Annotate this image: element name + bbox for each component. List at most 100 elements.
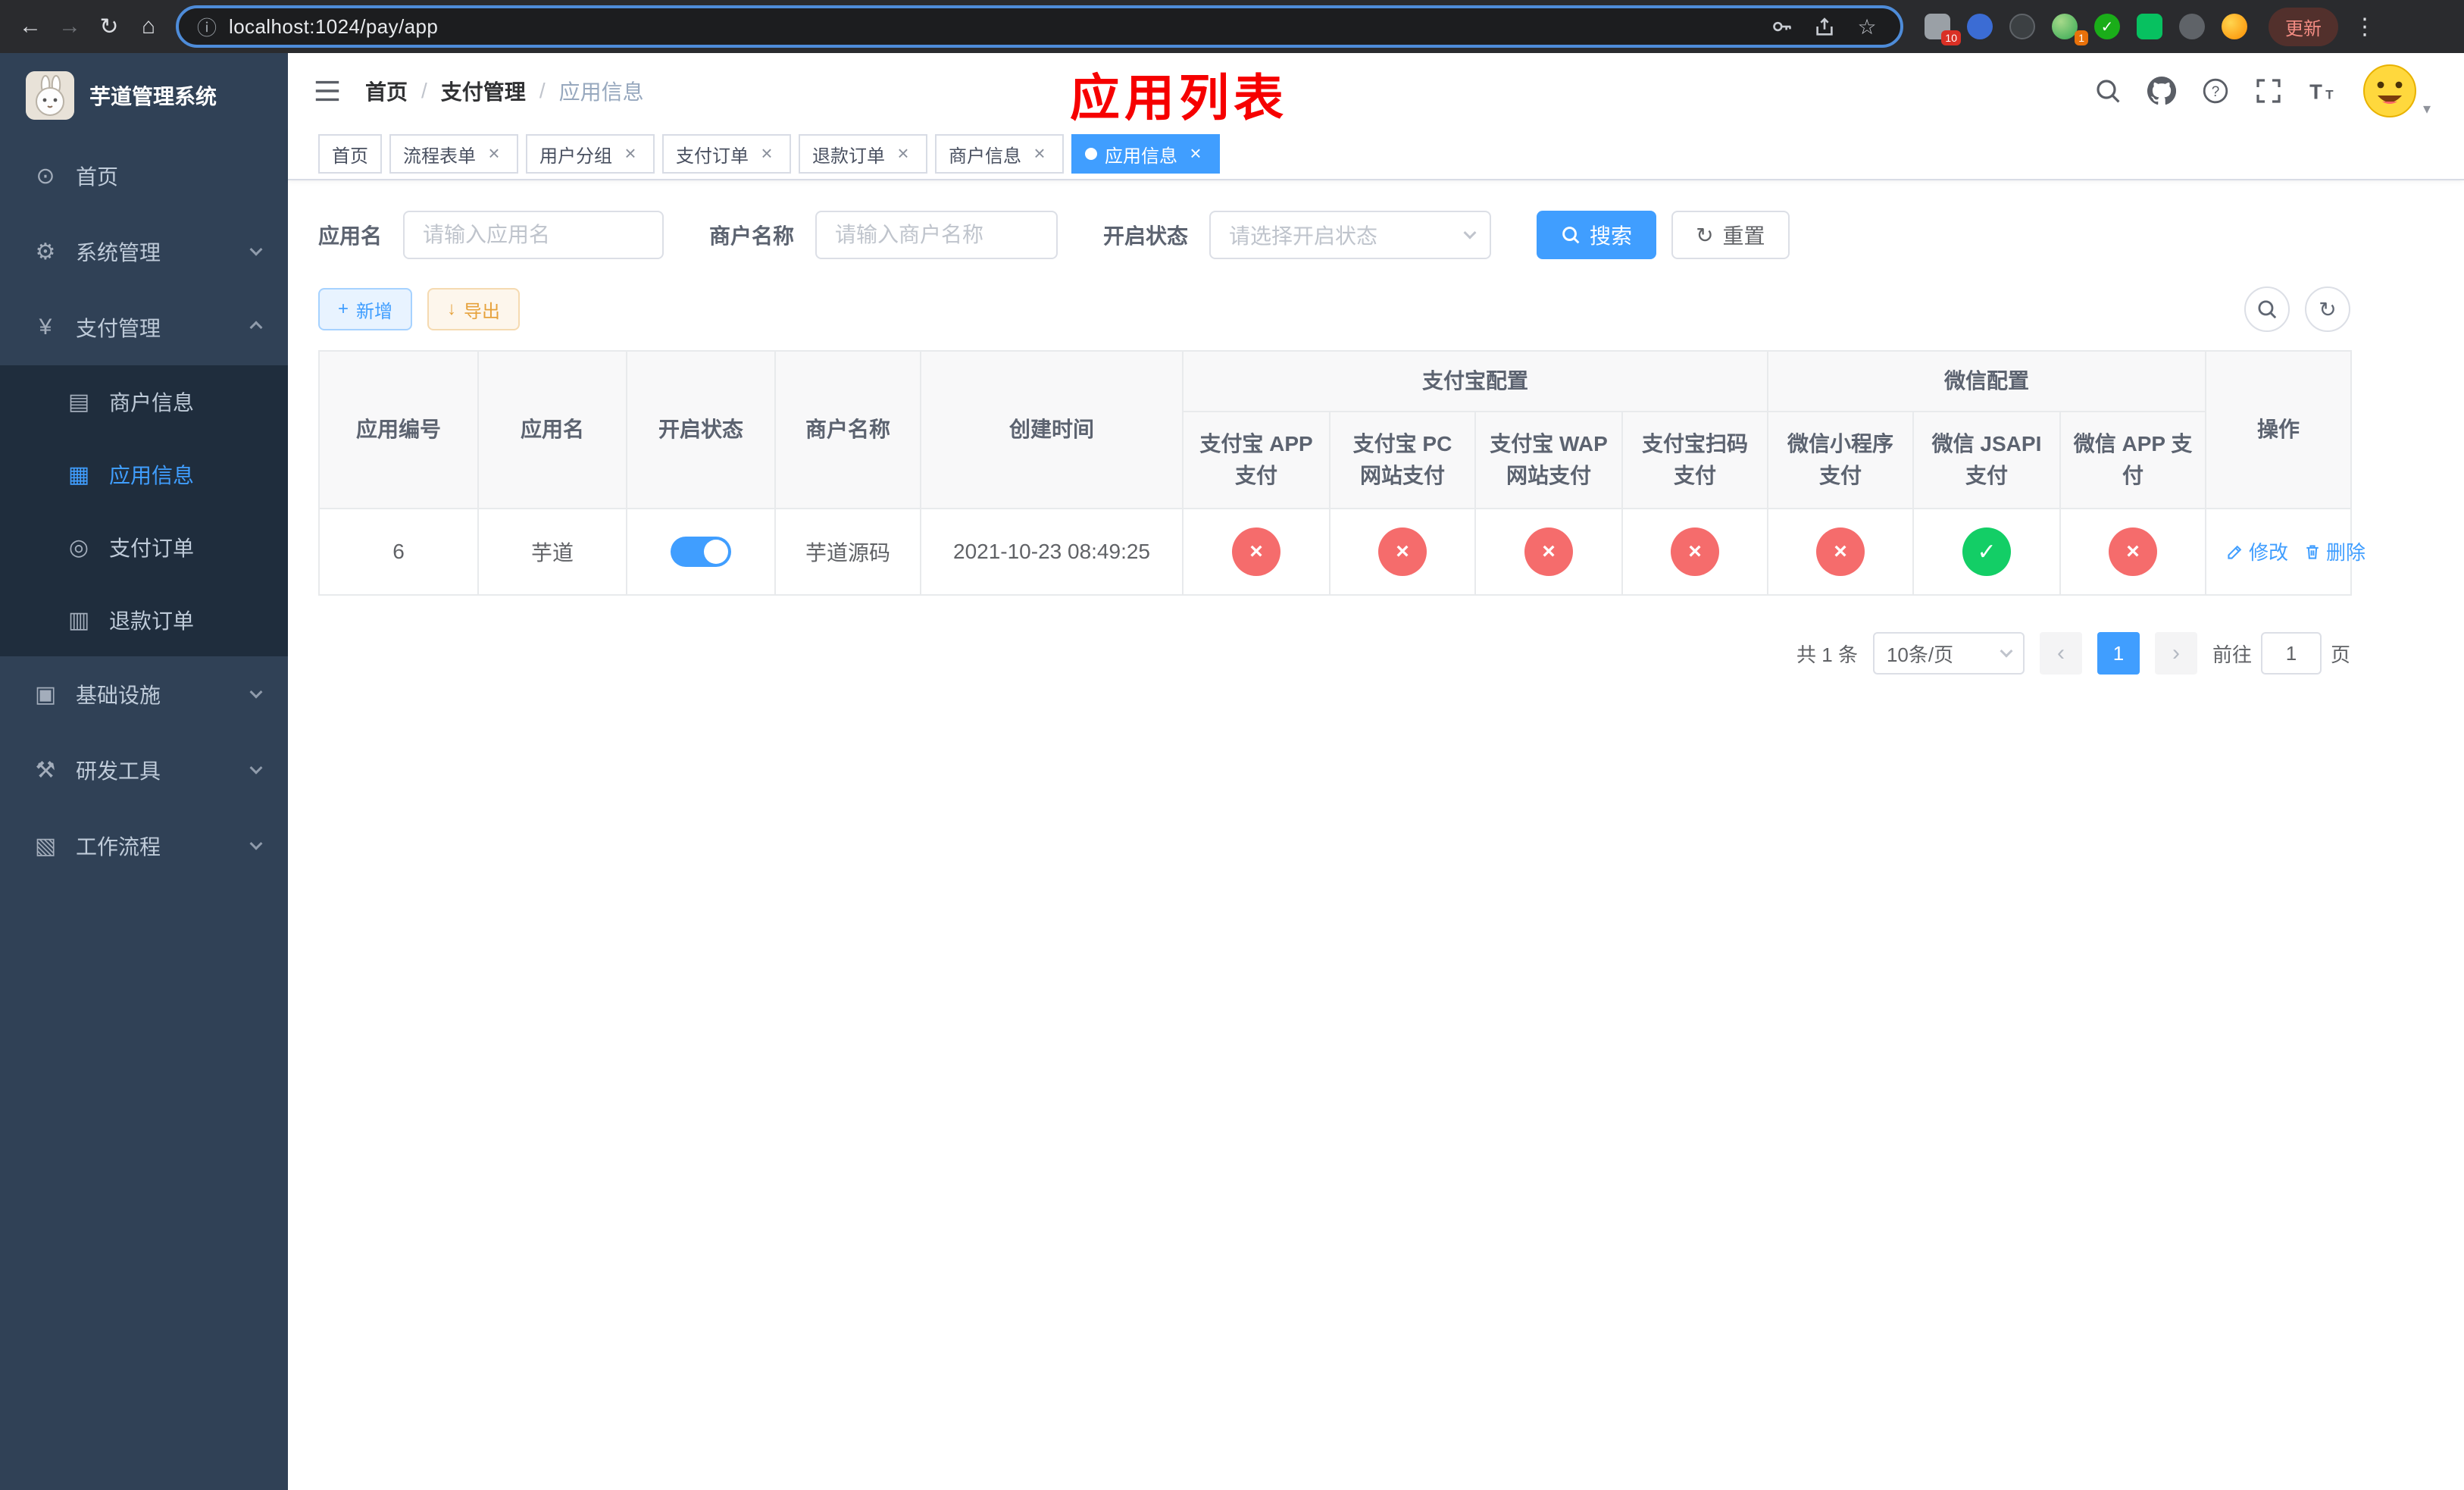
url-text[interactable]: localhost:1024/pay/app [229, 15, 1755, 39]
user-avatar[interactable]: ▾ [2362, 64, 2431, 118]
fullscreen-icon[interactable] [2255, 77, 2282, 105]
github-icon[interactable] [2147, 77, 2176, 105]
browser-toolbar: ← → ↻ ⌂ ⓘ localhost:1024/pay/app ☆ 10 1 … [0, 0, 2464, 53]
help-icon[interactable]: ? [2202, 77, 2229, 105]
col-alipay-app: 支付宝 APP 支付 [1182, 411, 1330, 509]
gear-icon: ⚙ [35, 239, 56, 265]
delete-link[interactable]: 删除 [2303, 537, 2366, 565]
sidebar-item-app-info[interactable]: ▦ 应用信息 [0, 438, 288, 511]
sidebar-collapse-icon[interactable] [312, 76, 342, 106]
status-toggle[interactable] [671, 537, 731, 567]
extension-icon-6[interactable] [2137, 14, 2162, 39]
tab-process-form[interactable]: 流程表单 × [389, 134, 518, 174]
browser-update-button[interactable]: 更新 [2269, 7, 2338, 46]
refresh-icon: ↻ [1696, 223, 1714, 247]
extension-icon-4[interactable]: 1 [2052, 14, 2088, 45]
current-page-button[interactable]: 1 [2097, 632, 2140, 675]
svg-text:T: T [2325, 88, 2334, 102]
breadcrumb-payment[interactable]: 支付管理 [441, 76, 526, 106]
extension-icon-7[interactable] [2179, 14, 2205, 39]
col-wx-app: 微信 APP 支付 [2059, 411, 2207, 509]
edit-link[interactable]: 修改 [2226, 537, 2288, 565]
extension-icon-2[interactable] [1967, 14, 1993, 39]
cell-app-name: 芋道 [477, 508, 627, 596]
close-icon[interactable]: × [756, 143, 777, 164]
extension-icon-3[interactable] [2009, 14, 2035, 39]
sidebar-item-dev-tools[interactable]: ⚒ 研发工具 [0, 732, 288, 808]
home-icon[interactable]: ⌂ [130, 8, 167, 45]
share-icon[interactable] [1809, 15, 1840, 38]
search-icon[interactable] [2094, 77, 2122, 105]
toggle-search-button[interactable] [2244, 286, 2290, 332]
chevron-down-icon: ▾ [2422, 101, 2431, 117]
close-icon[interactable]: × [893, 143, 914, 164]
sidebar-item-home[interactable]: ⊙ 首页 [0, 138, 288, 214]
toolbox-icon: ⚒ [35, 757, 56, 783]
browser-menu-icon[interactable]: ⋮ [2353, 14, 2376, 40]
main-area: 首页 / 支付管理 / 应用信息 应用列表 ? T T ▾ 首页 流程表单 × … [288, 53, 2464, 1490]
close-icon[interactable]: × [483, 143, 505, 164]
key-icon[interactable] [1767, 15, 1797, 38]
extension-icon-1[interactable]: 10 [1925, 14, 1961, 45]
col-app-name: 应用名 [477, 350, 627, 509]
next-page-button[interactable]: › [2154, 632, 2197, 675]
tab-refund-orders[interactable]: 退款订单 × [799, 134, 927, 174]
page-size-select[interactable]: 10条/页 [1872, 632, 2025, 675]
col-actions: 操作 [2205, 350, 2353, 509]
close-icon[interactable]: × [1029, 143, 1050, 164]
sidebar-item-infrastructure[interactable]: ▣ 基础设施 [0, 656, 288, 732]
sidebar-item-refund-orders[interactable]: ▥ 退款订单 [0, 584, 288, 656]
tab-home[interactable]: 首页 [318, 134, 382, 174]
reload-icon[interactable]: ↻ [91, 8, 127, 45]
search-button[interactable]: 搜索 [1537, 211, 1657, 259]
breadcrumb: 首页 / 支付管理 / 应用信息 [365, 76, 644, 106]
font-size-icon[interactable]: TT [2308, 77, 2337, 105]
extension-icon-5[interactable]: ✓ [2094, 14, 2120, 39]
col-alipay-wap: 支付宝 WAP 网站支付 [1474, 411, 1623, 509]
site-info-icon[interactable]: ⓘ [197, 13, 217, 41]
merchant-name-input[interactable] [815, 211, 1058, 259]
breadcrumb-home[interactable]: 首页 [365, 76, 408, 106]
workflow-icon: ▧ [34, 833, 57, 859]
refresh-table-button[interactable]: ↻ [2305, 286, 2350, 332]
sidebar-item-merchant-info[interactable]: ▤ 商户信息 [0, 365, 288, 438]
col-wx-mini: 微信小程序支付 [1767, 411, 1915, 509]
sidebar-item-system[interactable]: ⚙ 系统管理 [0, 214, 288, 290]
grid-icon: ▦ [67, 462, 90, 487]
close-icon[interactable]: × [620, 143, 641, 164]
sidebar-item-payment[interactable]: ¥ 支付管理 [0, 290, 288, 365]
navbar-actions: ? TT ▾ [2094, 64, 2431, 118]
extension-icon-8[interactable] [2222, 14, 2247, 39]
col-app-id: 应用编号 [318, 350, 479, 509]
app-name-input[interactable] [403, 211, 664, 259]
goto-prefix: 前往 [2212, 643, 2252, 666]
tab-app-info[interactable]: 应用信息 × [1071, 134, 1220, 174]
tab-merchant-info[interactable]: 商户信息 × [935, 134, 1064, 174]
col-alipay-pc: 支付宝 PC 网站支付 [1329, 411, 1476, 509]
forward-icon[interactable]: → [52, 8, 88, 45]
goto-page-input[interactable] [2260, 632, 2322, 675]
bookmark-star-icon[interactable]: ☆ [1852, 14, 1882, 39]
col-merchant: 商户名称 [774, 350, 921, 509]
prev-page-button[interactable]: ‹ [2039, 632, 2082, 675]
back-icon[interactable]: ← [12, 8, 48, 45]
sidebar: 芋道管理系统 ⊙ 首页 ⚙ 系统管理 ¥ 支付管理 ▤ 商户信息 ▦ 应用信息 [0, 53, 288, 1490]
navbar: 首页 / 支付管理 / 应用信息 应用列表 ? T T ▾ [288, 53, 2464, 129]
export-button[interactable]: ↓ 导出 [427, 288, 521, 330]
tab-pay-orders[interactable]: 支付订单 × [662, 134, 791, 174]
active-dot [1085, 148, 1097, 160]
svg-text:T: T [2309, 80, 2322, 104]
sidebar-item-pay-orders[interactable]: ◎ 支付订单 [0, 511, 288, 584]
reset-button[interactable]: ↻ 重置 [1671, 211, 1790, 259]
sidebar-item-workflow[interactable]: ▧ 工作流程 [0, 808, 288, 884]
tab-user-group[interactable]: 用户分组 × [526, 134, 655, 174]
merchant-name-label: 商户名称 [709, 224, 795, 248]
add-button[interactable]: + 新增 [318, 288, 413, 330]
close-icon[interactable]: × [1185, 143, 1206, 164]
address-bar[interactable]: ⓘ localhost:1024/pay/app ☆ [176, 5, 1903, 48]
col-wx-jsapi: 微信 JSAPI 支付 [1912, 411, 2062, 509]
status-select[interactable]: 请选择开启状态 [1209, 211, 1492, 259]
chevron-down-icon [2000, 644, 2013, 658]
payment-submenu: ▤ 商户信息 ▦ 应用信息 ◎ 支付订单 ▥ 退款订单 [0, 365, 288, 656]
app-title: 芋道管理系统 [89, 85, 217, 108]
